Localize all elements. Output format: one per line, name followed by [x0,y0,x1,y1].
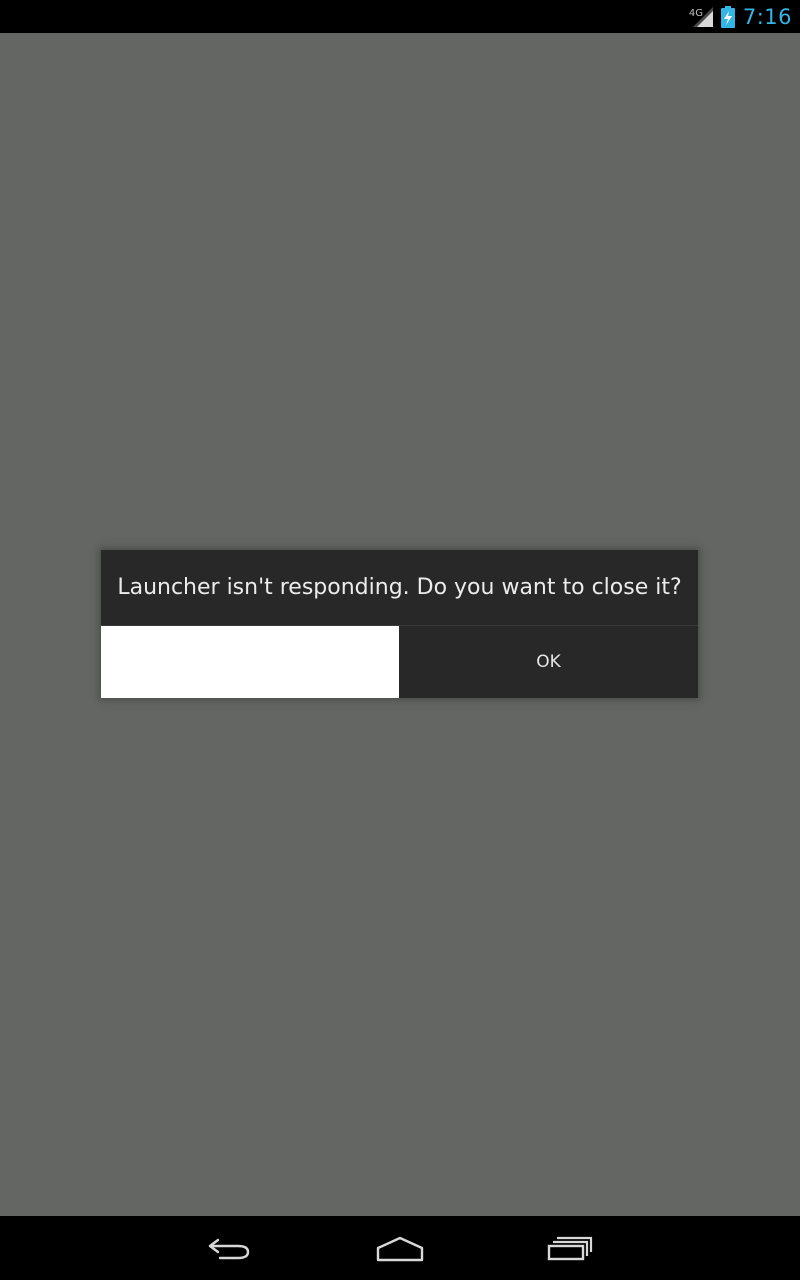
dialog-left-button[interactable] [101,626,399,698]
recent-apps-button[interactable] [541,1230,601,1266]
home-icon [376,1236,424,1262]
signal-indicator: 4G [689,5,715,29]
home-button[interactable] [370,1230,430,1266]
back-button[interactable] [200,1230,260,1266]
status-bar: 4G 7:16 [0,0,800,33]
dialog-message: Launcher isn't responding. Do you want t… [117,575,682,600]
ok-button-label: OK [536,652,561,672]
navigation-bar [0,1216,800,1280]
signal-icon [692,6,713,27]
recent-apps-icon [547,1236,593,1261]
clock: 7:16 [742,4,792,29]
anr-dialog: Launcher isn't responding. Do you want t… [101,550,698,698]
back-icon [208,1238,250,1260]
battery-charging-icon [720,5,735,28]
screen: 4G 7:16 Launcher isn't responding. Do yo… [0,0,800,1280]
ok-button[interactable]: OK [399,626,698,698]
status-icons: 4G 7:16 [689,0,792,33]
